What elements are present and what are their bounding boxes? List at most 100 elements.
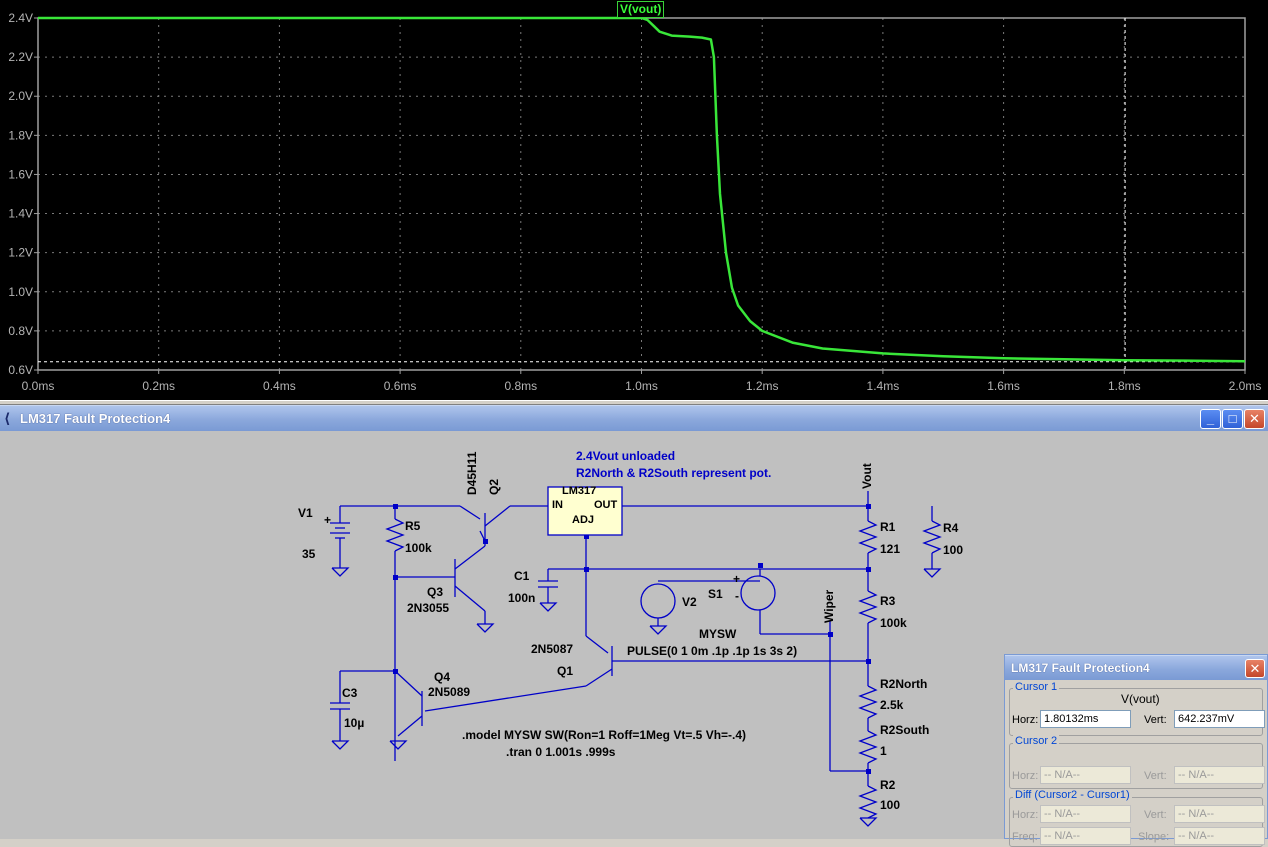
y-tick-label: 2.4V	[8, 11, 33, 25]
y-tick-label: 2.0V	[8, 89, 33, 103]
y-tick-label: 2.2V	[8, 50, 33, 64]
x-tick-label: 1.6ms	[987, 379, 1020, 393]
c1-label[interactable]: C1	[514, 569, 529, 583]
diff-vert-field: -- N/A--	[1174, 805, 1265, 823]
r3-label[interactable]: R3	[880, 594, 895, 608]
r2south-value[interactable]: 1	[880, 744, 887, 758]
transistor-q2-symbol	[459, 505, 550, 546]
q1-part[interactable]: 2N5087	[531, 642, 573, 656]
pulse-value[interactable]: PULSE(0 1 0m .1p .1p 1s 3s 2)	[627, 644, 797, 658]
trace-label[interactable]: V(vout)	[617, 1, 665, 18]
wiper-label[interactable]: Wiper	[822, 590, 836, 623]
r2north-value[interactable]: 2.5k	[880, 698, 903, 712]
cursor-window: LM317 Fault Protection4 ✕ Cursor 1 V(vou…	[1004, 654, 1268, 847]
diff-horz-field: -- N/A--	[1040, 805, 1131, 823]
s1-minus: -	[735, 589, 739, 603]
lm317-label[interactable]: LM317	[562, 485, 596, 497]
minimize-button[interactable]: _	[1200, 409, 1221, 429]
vout-label[interactable]: Vout	[860, 463, 874, 489]
r2-value[interactable]: 100	[880, 798, 900, 812]
c3-label[interactable]: C3	[342, 686, 357, 700]
q1-label[interactable]: Q1	[557, 664, 573, 678]
note-pot: R2North & R2South represent pot.	[576, 466, 772, 480]
cursor1-vert-field[interactable]: 642.237mV	[1174, 710, 1265, 728]
r2south-label[interactable]: R2South	[880, 723, 929, 737]
trace-vout-line	[38, 16, 1246, 363]
cursor2-vert-label: Vert:	[1144, 770, 1167, 782]
plot-svg: 0.0ms 0.2ms 0.4ms 0.6ms 0.8ms 1.0ms 1.2ms 1.4ms…	[8, 11, 1262, 393]
cursor1-label: Cursor 1	[1013, 681, 1060, 693]
capacitor-c1-symbol	[538, 569, 558, 612]
r3-value[interactable]: 100k	[880, 616, 907, 630]
x-tick-label: 1.0ms	[625, 379, 658, 393]
lm317-out-pin: OUT	[594, 499, 618, 511]
maximize-button[interactable]: □	[1222, 409, 1243, 429]
cursor1-horz-label: Horz:	[1012, 714, 1039, 726]
c1-value[interactable]: 100n	[508, 591, 535, 605]
q3-part[interactable]: 2N3055	[407, 601, 449, 615]
q2-part[interactable]: D45H11	[465, 452, 479, 495]
v1-value[interactable]: 35	[302, 547, 315, 561]
lm317-adj-pin: ADJ	[572, 514, 595, 526]
diff-freq-field: -- N/A--	[1040, 827, 1131, 845]
cursor2-label: Cursor 2	[1013, 735, 1060, 747]
s1-label[interactable]: S1	[708, 587, 723, 601]
capacitor-c3-symbol	[330, 670, 395, 750]
diff-label: Diff (Cursor2 - Cursor1)	[1013, 789, 1132, 801]
mysw-label[interactable]: MYSW	[699, 627, 736, 641]
c3-value[interactable]: 10µ	[344, 716, 364, 730]
schematic-titlebar[interactable]: ⟨ LM317 Fault Protection4 _ □ ✕	[0, 405, 1268, 431]
r4-value[interactable]: 100	[943, 543, 963, 557]
waveform-plot[interactable]: 0.0ms 0.2ms 0.4ms 0.6ms 0.8ms 1.0ms 1.2ms 1.4ms…	[0, 0, 1268, 400]
cursor-window-title: LM317 Fault Protection4	[1011, 661, 1150, 675]
y-tick-label: 0.6V	[8, 363, 33, 377]
cursor2-horz-field: -- N/A--	[1040, 766, 1131, 784]
cursor1-trace: V(vout)	[1121, 692, 1160, 706]
x-tick-label: 1.4ms	[867, 379, 900, 393]
q4-part[interactable]: 2N5089	[428, 685, 470, 699]
cursor1-vert-label: Vert:	[1144, 714, 1167, 726]
diff-horz-label: Horz:	[1012, 809, 1039, 821]
switch-s1-symbol	[740, 569, 830, 635]
s1-plus: +	[733, 572, 741, 586]
r2north-label[interactable]: R2North	[880, 677, 927, 691]
close-button[interactable]: ✕	[1244, 409, 1265, 429]
x-tick-label: 1.8ms	[1108, 379, 1141, 393]
y-tick-label: 0.8V	[8, 324, 33, 338]
divider-chain-symbol	[829, 491, 878, 827]
y-tick-label: 1.8V	[8, 128, 33, 142]
cursor1-horz-field[interactable]: 1.80132ms	[1040, 710, 1131, 728]
x-tick-label: 0.0ms	[22, 379, 55, 393]
resistor-r5-symbol	[385, 506, 405, 761]
x-tick-label: 0.2ms	[142, 379, 175, 393]
q2-label[interactable]: Q2	[487, 479, 501, 495]
y-tick-label: 1.2V	[8, 246, 33, 260]
r5-value[interactable]: 100k	[405, 541, 432, 555]
transistor-q3-symbol	[454, 545, 495, 633]
battery-v1-symbol	[330, 506, 350, 577]
q3-label[interactable]: Q3	[427, 585, 443, 599]
r5-label[interactable]: R5	[405, 519, 420, 533]
tran-directive[interactable]: .tran 0 1.001s .999s	[506, 745, 615, 759]
x-tick-label: 0.8ms	[504, 379, 537, 393]
diff-vert-label: Vert:	[1144, 809, 1167, 821]
y-tick-label: 1.6V	[8, 167, 33, 181]
v2-label[interactable]: V2	[682, 595, 697, 609]
v1-label[interactable]: V1	[298, 506, 313, 520]
diff-freq-label: Freq:	[1012, 831, 1038, 843]
diff-slope-label: Slope:	[1138, 831, 1170, 843]
y-tick-label: 1.4V	[8, 207, 33, 221]
note-unloaded: 2.4Vout unloaded	[576, 449, 676, 463]
cursor-titlebar[interactable]: LM317 Fault Protection4 ✕	[1005, 655, 1267, 680]
r2-label[interactable]: R2	[880, 778, 895, 792]
x-tick-label: 2.0ms	[1229, 379, 1262, 393]
r1-value[interactable]: 121	[880, 542, 900, 556]
diff-slope-field: -- N/A--	[1174, 827, 1265, 845]
model-directive[interactable]: .model MYSW SW(Ron=1 Roff=1Meg Vt=.5 Vh=…	[462, 728, 746, 742]
resistor-r4-symbol	[922, 506, 942, 578]
q4-label[interactable]: Q4	[434, 670, 450, 684]
cursor-close-button[interactable]: ✕	[1245, 659, 1265, 678]
r1-label[interactable]: R1	[880, 520, 895, 534]
v1-plus: +	[324, 513, 332, 527]
r4-label[interactable]: R4	[943, 521, 958, 535]
